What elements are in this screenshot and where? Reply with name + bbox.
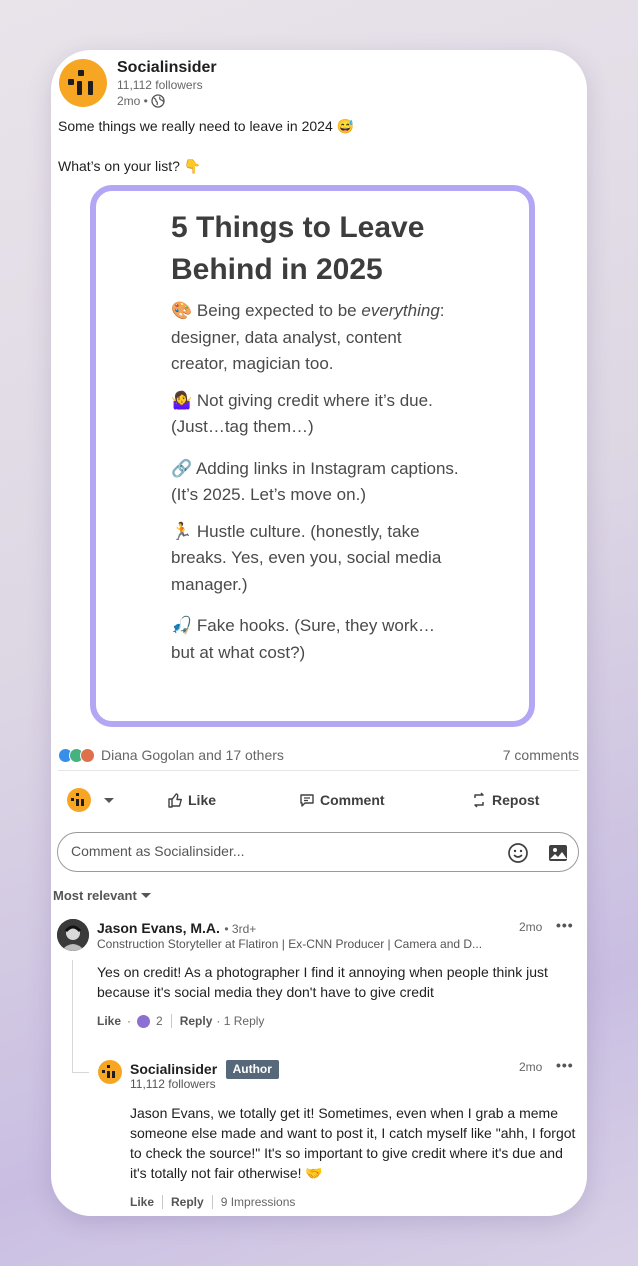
image-title: 5 Things to Leave Behind in 2025 — [171, 211, 425, 286]
divider — [58, 770, 579, 771]
reply-count[interactable]: · 1 Reply — [216, 1014, 264, 1028]
repost-label: Repost — [492, 792, 540, 808]
like-button[interactable]: Like — [167, 788, 216, 812]
comment-author-name[interactable]: Jason Evans, M.A. — [97, 920, 220, 936]
post-age-text: 2mo • — [117, 94, 148, 108]
impressions-count: 9 Impressions — [220, 1195, 296, 1209]
comment-text: Yes on credit! As a photographer I find … — [97, 964, 548, 1000]
repost-icon — [474, 792, 484, 808]
image-icon[interactable] — [547, 842, 569, 864]
comments-count[interactable]: 7 comments — [503, 747, 579, 763]
image-item-1: 🎨 Being expected to be everything: desig… — [171, 298, 461, 378]
actor-avatar — [67, 788, 91, 812]
person-photo-icon — [57, 919, 89, 951]
comment-actions: Like · 2 Reply · 1 Reply — [97, 1014, 264, 1028]
thumbs-up-icon — [168, 793, 182, 808]
comment-reply-button[interactable]: Reply — [180, 1014, 213, 1028]
post-card: Socialinsider 11,112 followers 2mo • Som… — [51, 50, 587, 1216]
reaction-count[interactable]: 2 — [156, 1014, 163, 1028]
avatar[interactable] — [57, 919, 89, 951]
author-badge: Author — [225, 1060, 279, 1079]
repost-button[interactable]: Repost — [471, 788, 539, 812]
image-item-3: 🔗 Adding links in Instagram captions. (I… — [171, 458, 459, 505]
dot-separator: · — [127, 1014, 132, 1028]
image-item-5: 🎣 Fake hooks. (Sure, they work… but at w… — [171, 616, 435, 662]
comment-button[interactable]: Comment — [299, 788, 385, 812]
more-options-icon[interactable]: ••• — [556, 1057, 574, 1073]
celebrate-reaction-icon — [137, 1014, 151, 1028]
image-item-4: 🏃 Hustle culture. (honestly, take breaks… — [171, 521, 442, 594]
reactions-text: Diana Gogolan and 17 others — [101, 747, 284, 763]
reply-author-followers: 11,112 followers — [130, 1077, 216, 1091]
more-options-icon[interactable]: ••• — [556, 917, 574, 933]
chevron-down-icon — [104, 797, 114, 803]
post-line-1: Some things we really need to leave in 2… — [58, 118, 355, 134]
comment-like-button[interactable]: Like — [97, 1014, 121, 1028]
comment-time: 2mo — [519, 920, 543, 934]
comment-label: Comment — [320, 792, 385, 808]
thread-line — [72, 960, 73, 1072]
reactions-summary[interactable]: Diana Gogolan and 17 others — [58, 747, 284, 763]
reply-time: 2mo — [519, 1060, 543, 1074]
reply-like-button[interactable]: Like — [130, 1195, 154, 1209]
reply-author-name[interactable]: Socialinsider — [130, 1061, 217, 1077]
actor-switcher[interactable] — [67, 788, 114, 812]
post-age: 2mo • — [117, 93, 217, 109]
image-item-1-emoji: 🎨 — [171, 301, 193, 320]
action-bar: Like Comment Repost — [51, 788, 587, 812]
image-item-1-em: everything — [361, 301, 440, 320]
post-line-2: What’s on your list? 👇 — [58, 158, 202, 174]
sort-label: Most relevant — [53, 888, 137, 903]
comment-author-headline: Construction Storyteller at Flatiron | E… — [97, 937, 483, 951]
thread-line-branch — [72, 1072, 89, 1073]
company-logo[interactable] — [59, 59, 107, 107]
reply-reply-button[interactable]: Reply — [171, 1195, 204, 1209]
reply-text: Jason Evans, we totally get it! Sometime… — [130, 1105, 576, 1181]
sort-dropdown[interactable]: Most relevant — [53, 888, 151, 903]
caret-down-icon — [140, 893, 151, 898]
love-reaction-icon — [80, 747, 95, 763]
reply-avatar[interactable] — [98, 1060, 122, 1084]
image-item-2: 🤷‍♀️ Not giving credit where it’s due. (… — [171, 390, 433, 437]
post-text: Some things we really need to leave in 2… — [58, 116, 354, 176]
comment-input[interactable] — [69, 842, 493, 860]
like-label: Like — [188, 792, 217, 808]
image-item-1-a: Being expected to be — [192, 301, 362, 320]
emoji-icon[interactable] — [507, 842, 529, 864]
globe-icon — [151, 94, 165, 108]
post-header: Socialinsider 11,112 followers 2mo • — [59, 59, 217, 109]
author-followers: 11,112 followers — [117, 78, 203, 92]
post-image[interactable]: 5 Things to Leave Behind in 2025 🎨 Being… — [90, 185, 535, 727]
comment-author: Jason Evans, M.A. • 3rd+ — [97, 920, 256, 938]
reply-actions: Like Reply 9 Impressions — [130, 1195, 295, 1209]
comment-icon — [300, 794, 314, 807]
connection-degree: • 3rd+ — [224, 922, 257, 936]
comment-box — [57, 832, 579, 872]
author-name[interactable]: Socialinsider — [117, 59, 217, 77]
